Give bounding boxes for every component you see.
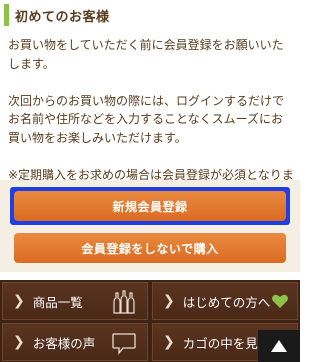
guest-purchase-button[interactable]: 会員登録をしないで購入 bbox=[14, 233, 286, 263]
register-button[interactable]: 新規会員登録 bbox=[14, 191, 286, 221]
bottles-icon bbox=[111, 289, 137, 318]
nav-item-products[interactable]: ❯ 商品一覧 bbox=[2, 282, 148, 320]
page-top-button[interactable] bbox=[258, 330, 300, 362]
intro-paragraph-2: 次回からのお買い物の際には、ログインするだけでお名前や住所などを入力することなく… bbox=[8, 93, 285, 145]
intro-paragraph-1: お買い物をしていただく前に会員登録をお願いいたします。 bbox=[8, 38, 284, 71]
chevron-right-icon: ❯ bbox=[163, 293, 175, 309]
register-button-focus-ring: 新規会員登録 bbox=[10, 187, 290, 225]
nav-item-customer-voice[interactable]: ❯ お客様の声 bbox=[2, 323, 148, 361]
heart-icon bbox=[271, 293, 289, 312]
section-accent-bar bbox=[4, 4, 9, 26]
nav-item-label: 商品一覧 bbox=[32, 294, 83, 310]
section-title: 初めてのお客様 bbox=[15, 9, 110, 25]
section-header: 初めてのお客様 bbox=[0, 0, 300, 30]
nav-item-label: お客様の声 bbox=[32, 335, 96, 351]
nav-item-first-time[interactable]: ❯ はじめての方へ bbox=[152, 282, 298, 320]
chevron-right-icon: ❯ bbox=[163, 334, 175, 350]
chevron-right-icon: ❯ bbox=[13, 334, 25, 350]
nav-item-label: はじめての方へ bbox=[182, 294, 271, 310]
up-triangle-icon bbox=[271, 340, 287, 352]
chevron-right-icon: ❯ bbox=[13, 293, 25, 309]
speech-bubble-icon bbox=[111, 332, 137, 359]
